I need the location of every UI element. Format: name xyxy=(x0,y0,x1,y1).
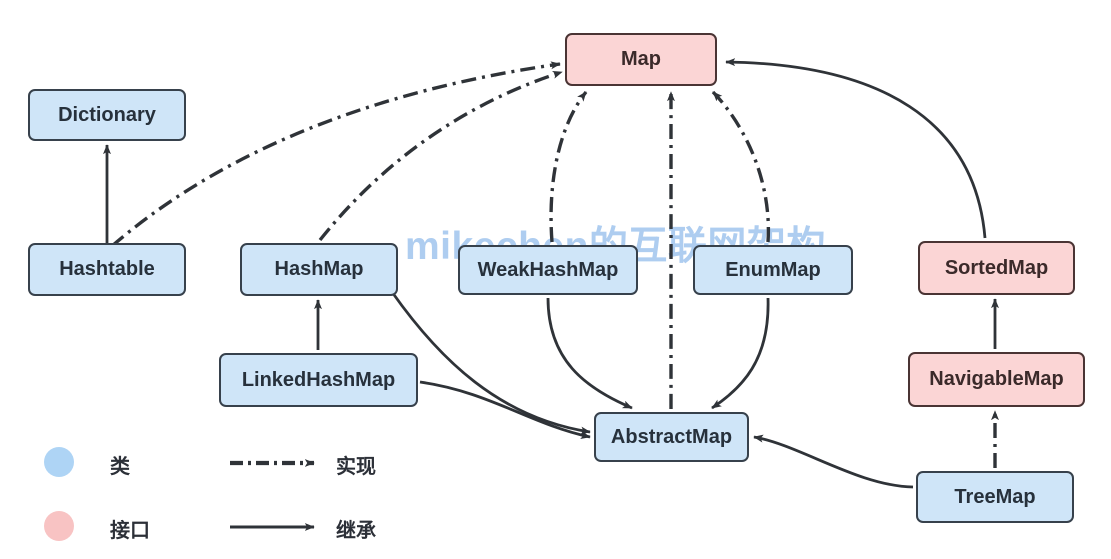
node-abstractmap[interactable]: AbstractMap xyxy=(594,412,749,462)
legend-label-class: 类 xyxy=(110,456,130,478)
edge-enummap-to-abstractmap xyxy=(711,297,770,410)
edge-linkedhashmap-to-abstractmap xyxy=(419,380,591,439)
node-label: WeakHashMap xyxy=(477,258,619,281)
node-label: AbstractMap xyxy=(610,425,733,448)
node-linkedhashmap[interactable]: LinkedHashMap xyxy=(219,353,418,407)
node-label: TreeMap xyxy=(954,485,1036,508)
node-treemap[interactable]: TreeMap xyxy=(916,471,1074,523)
node-dictionary[interactable]: Dictionary xyxy=(28,89,186,141)
edge-treemap-to-abstractmap xyxy=(753,434,914,489)
node-sortedmap[interactable]: SortedMap xyxy=(918,241,1075,295)
node-label: NavigableMap xyxy=(929,368,1064,390)
node-weakhashmap[interactable]: WeakHashMap xyxy=(458,245,638,295)
node-hashtable[interactable]: Hashtable xyxy=(28,243,186,296)
node-navigablemap[interactable]: NavigableMap xyxy=(908,352,1085,407)
node-label: Map xyxy=(621,48,661,70)
node-label: Dictionary xyxy=(58,103,156,126)
edge-hashmap-to-abstractmap xyxy=(390,291,591,435)
legend-label-inherit: 继承 xyxy=(336,520,376,542)
node-label: EnumMap xyxy=(725,258,821,281)
legend-label-interface: 接口 xyxy=(110,520,150,542)
legend-line-implement xyxy=(230,459,315,467)
node-enummap[interactable]: EnumMap xyxy=(693,245,853,295)
legend-swatch-interface xyxy=(44,511,74,541)
node-label: HashMap xyxy=(274,258,364,280)
edge-sortedmap-to-map xyxy=(725,58,987,239)
node-label: LinkedHashMap xyxy=(241,368,396,391)
legend-line-inherit xyxy=(230,523,315,531)
node-label: Hashtable xyxy=(59,258,155,280)
legend-label-implement: 实现 xyxy=(336,456,376,478)
diagram-canvas: mikechen的互联网架构 MapDictionaryHashtableHas… xyxy=(0,0,1111,559)
edge-weakhashmap-to-abstractmap xyxy=(546,297,633,410)
node-map[interactable]: Map xyxy=(565,33,717,86)
node-hashmap[interactable]: HashMap xyxy=(240,243,398,296)
node-label: SortedMap xyxy=(944,256,1049,279)
legend-swatch-class xyxy=(44,447,74,477)
